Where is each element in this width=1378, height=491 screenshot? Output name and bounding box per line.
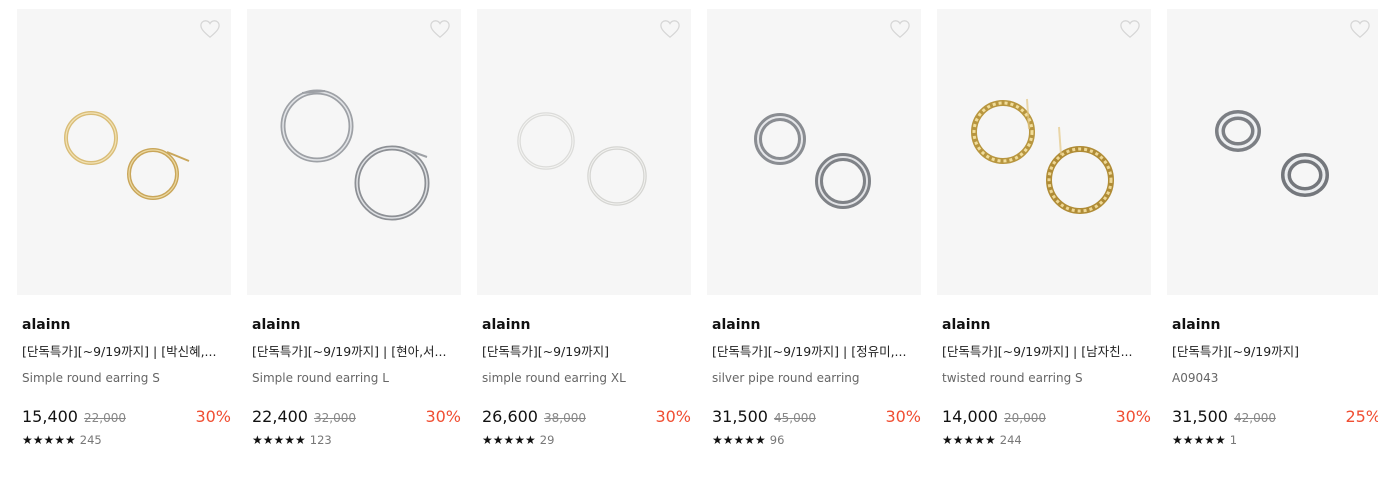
star-icon: ★★★★★ xyxy=(252,433,306,447)
sale-price: 26,600 xyxy=(482,407,538,426)
product-image[interactable] xyxy=(247,9,461,295)
rating: ★★★★★ 1 xyxy=(1172,431,1378,449)
product-title[interactable]: [단독특가][~9/19까지] | [현아,서... xyxy=(252,343,452,361)
review-count: 96 xyxy=(769,433,785,447)
product-title[interactable]: [단독특가][~9/19까지] | [박신혜,... xyxy=(22,343,222,361)
product-card[interactable]: alainn [단독특가][~9/19까지] | [정유미,... silver… xyxy=(707,9,921,449)
product-image[interactable] xyxy=(1167,9,1378,295)
earring-image xyxy=(1215,110,1329,197)
brand-name[interactable]: alainn xyxy=(942,315,1151,335)
star-icon: ★★★★★ xyxy=(712,433,766,447)
review-count: 245 xyxy=(79,433,102,447)
product-image[interactable] xyxy=(17,9,231,295)
price-row: 26,600 38,000 30% xyxy=(482,405,691,429)
discount-rate: 30% xyxy=(425,407,461,426)
product-card[interactable]: alainn [단독특가][~9/19까지] | [남자친... twisted… xyxy=(937,9,1151,449)
original-price: 42,000 xyxy=(1233,411,1276,425)
sale-price: 31,500 xyxy=(1172,407,1228,426)
review-count: 123 xyxy=(309,433,332,447)
product-subtitle: Simple round earring L xyxy=(252,371,389,385)
discount-rate: 25% xyxy=(1345,407,1378,426)
product-subtitle: A09043 xyxy=(1172,371,1219,385)
heart-outline-icon[interactable] xyxy=(1119,19,1141,39)
heart-outline-icon[interactable] xyxy=(889,19,911,39)
sale-price: 15,400 xyxy=(22,407,78,426)
price-row: 22,400 32,000 30% xyxy=(252,405,461,429)
discount-rate: 30% xyxy=(885,407,921,426)
rating: ★★★★★ 245 xyxy=(22,431,231,449)
original-price: 32,000 xyxy=(313,411,356,425)
review-count: 1 xyxy=(1229,433,1238,447)
brand-name[interactable]: alainn xyxy=(1172,315,1378,335)
price-row: 14,000 20,000 30% xyxy=(942,405,1151,429)
original-price: 45,000 xyxy=(773,411,816,425)
review-count: 29 xyxy=(539,433,555,447)
product-title[interactable]: [단독특가][~9/19까지] xyxy=(482,343,682,361)
discount-rate: 30% xyxy=(195,407,231,426)
discount-rate: 30% xyxy=(655,407,691,426)
original-price: 20,000 xyxy=(1003,411,1046,425)
product-subtitle: simple round earring XL xyxy=(482,371,626,385)
review-count: 244 xyxy=(999,433,1022,447)
product-image[interactable] xyxy=(707,9,921,295)
product-grid: alainn [단독특가][~9/19까지] | [박신혜,... Simple… xyxy=(0,0,1378,491)
earring-image xyxy=(280,89,430,221)
brand-name[interactable]: alainn xyxy=(712,315,921,335)
heart-outline-icon[interactable] xyxy=(1349,19,1371,39)
rating: ★★★★★ 96 xyxy=(712,431,921,449)
brand-name[interactable]: alainn xyxy=(22,315,231,335)
price-row: 31,500 45,000 30% xyxy=(712,405,921,429)
original-price: 22,000 xyxy=(83,411,126,425)
star-icon: ★★★★★ xyxy=(1172,433,1226,447)
sale-price: 22,400 xyxy=(252,407,308,426)
heart-outline-icon[interactable] xyxy=(659,19,681,39)
earring-image xyxy=(754,113,871,209)
sale-price: 31,500 xyxy=(712,407,768,426)
product-card[interactable]: alainn [단독특가][~9/19까지] A09043 31,500 42,0… xyxy=(1167,9,1378,449)
product-subtitle: twisted round earring S xyxy=(942,371,1083,385)
product-subtitle: silver pipe round earring xyxy=(712,371,860,385)
product-title[interactable]: [단독특가][~9/19까지] | [남자친... xyxy=(942,343,1142,361)
star-icon: ★★★★★ xyxy=(942,433,996,447)
heart-outline-icon[interactable] xyxy=(199,19,221,39)
product-card[interactable]: alainn [단독특가][~9/19까지] | [현아,서... Simple… xyxy=(247,9,461,449)
sale-price: 14,000 xyxy=(942,407,998,426)
star-icon: ★★★★★ xyxy=(482,433,536,447)
rating: ★★★★★ 29 xyxy=(482,431,691,449)
discount-rate: 30% xyxy=(1115,407,1151,426)
product-subtitle: Simple round earring S xyxy=(22,371,160,385)
earring-image xyxy=(64,111,190,200)
heart-outline-icon[interactable] xyxy=(429,19,451,39)
earring-image xyxy=(517,112,647,206)
rating: ★★★★★ 123 xyxy=(252,431,461,449)
price-row: 31,500 42,000 25% xyxy=(1172,405,1378,429)
product-image[interactable] xyxy=(937,9,1151,295)
original-price: 38,000 xyxy=(543,411,586,425)
price-row: 15,400 22,000 30% xyxy=(22,405,231,429)
product-image[interactable] xyxy=(477,9,691,295)
product-card[interactable]: alainn [단독특가][~9/19까지] simple round earr… xyxy=(477,9,691,449)
rating: ★★★★★ 244 xyxy=(942,431,1151,449)
product-title[interactable]: [단독특가][~9/19까지] xyxy=(1172,343,1372,361)
star-icon: ★★★★★ xyxy=(22,433,76,447)
brand-name[interactable]: alainn xyxy=(252,315,461,335)
brand-name[interactable]: alainn xyxy=(482,315,691,335)
product-title[interactable]: [단독특가][~9/19까지] | [정유미,... xyxy=(712,343,912,361)
product-card[interactable]: alainn [단독특가][~9/19까지] | [박신혜,... Simple… xyxy=(17,9,231,449)
earring-image xyxy=(971,98,1114,214)
